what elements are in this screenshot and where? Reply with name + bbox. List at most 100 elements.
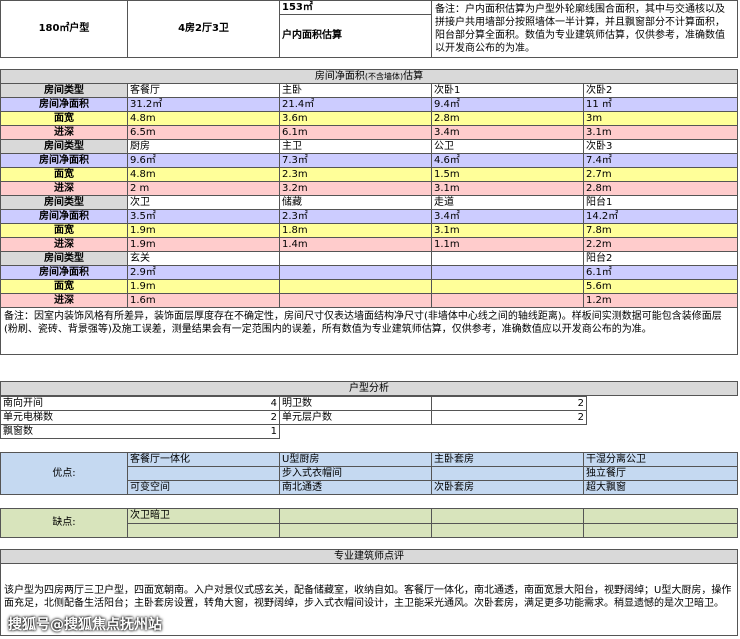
room-cell: 3.1m bbox=[583, 125, 738, 140]
room-table: 房间净面积(不含墙体)估算 房间类型 客餐厅 主卧 次卧1 次卧2 房间净面积 31.2㎡ 2… bbox=[0, 69, 738, 355]
room-cell: 1.9m bbox=[127, 223, 280, 238]
room-cell: 1.9m bbox=[127, 279, 280, 294]
pros-label: 优点: bbox=[0, 452, 128, 495]
unit-layout: 4房2厅3卫 bbox=[127, 0, 280, 58]
room-cell bbox=[431, 251, 584, 266]
watermark: 搜狐号@搜狐焦点抚州站 bbox=[8, 617, 162, 633]
room-cell: 2.8m bbox=[431, 111, 584, 126]
room-cell: 11 ㎡ bbox=[583, 97, 738, 112]
room-cell: 2.3m bbox=[279, 167, 432, 182]
room-row-label: 房间净面积 bbox=[0, 97, 128, 112]
room-row: 进深 1.9m 1.4m 1.1m 2.2m bbox=[0, 237, 738, 252]
room-row: 房间净面积 9.6㎡ 7.3㎡ 4.6㎡ 7.4㎡ bbox=[0, 153, 738, 168]
room-cell: 次卧3 bbox=[583, 139, 738, 154]
room-row-label: 房间类型 bbox=[0, 83, 128, 98]
room-row: 房间净面积 31.2㎡ 21.4㎡ 9.4㎡ 11 ㎡ bbox=[0, 97, 738, 112]
room-cell: 3.5㎡ bbox=[127, 209, 280, 224]
room-cell: 6.1m bbox=[279, 125, 432, 140]
room-cell: 14.2㎡ bbox=[583, 209, 738, 224]
room-cell: 主卫 bbox=[279, 139, 432, 154]
room-row: 面宽 4.8m 2.3m 1.5m 2.7m bbox=[0, 167, 738, 182]
room-row: 房间类型 玄关 阳台2 bbox=[0, 251, 738, 266]
room-row-label: 进深 bbox=[0, 125, 128, 140]
analysis-title: 户型分析 bbox=[0, 381, 738, 396]
room-cell: 9.6㎡ bbox=[127, 153, 280, 168]
cons-table: 缺点: 次卫暗卫 bbox=[0, 508, 738, 538]
room-row: 面宽 4.8m 3.6m 2.8m 3m bbox=[0, 111, 738, 126]
room-cell: 3.6m bbox=[279, 111, 432, 126]
room-cell: 客餐厅 bbox=[127, 83, 280, 98]
analysis-table: 户型分析 南向开间 4 明卫数 2 单元电梯数 2 单元层户数 2 飘窗数 1 bbox=[0, 381, 738, 439]
header-block: 180㎡户型 4房2厅3卫 153㎡ 备注：户内面积估算为户型外轮廓线围合面积，… bbox=[0, 0, 738, 58]
room-cell: 1.2m bbox=[583, 293, 738, 308]
room-cell: 1.6m bbox=[127, 293, 280, 308]
pros-table: 优点: 客餐厅一体化 U型厨房 主卧套房 干湿分离公卫 步入式衣帽间 独立餐厅 可变空间… bbox=[0, 452, 738, 495]
room-row-label: 进深 bbox=[0, 181, 128, 196]
room-row: 房间净面积 2.9㎡ 6.1㎡ bbox=[0, 265, 738, 280]
room-cell: 3m bbox=[583, 111, 738, 126]
room-cell: 9.4㎡ bbox=[431, 97, 584, 112]
room-row-label: 房间净面积 bbox=[0, 153, 128, 168]
room-cell: 3.2m bbox=[279, 181, 432, 196]
room-cell: 6.1㎡ bbox=[583, 265, 738, 280]
room-cell: 7.8m bbox=[583, 223, 738, 238]
room-row: 进深 6.5m 6.1m 3.4m 3.1m bbox=[0, 125, 738, 140]
room-row-label: 面宽 bbox=[0, 167, 128, 182]
room-row: 房间净面积 3.5㎡ 2.3㎡ 3.4㎡ 14.2㎡ bbox=[0, 209, 738, 224]
room-row-label: 面宽 bbox=[0, 279, 128, 294]
review-title: 专业建筑师点评 bbox=[0, 549, 738, 564]
room-cell: 7.4㎡ bbox=[583, 153, 738, 168]
room-cell: 4.8m bbox=[127, 167, 280, 182]
room-cell: 玄关 bbox=[127, 251, 280, 266]
room-cell: 2.8m bbox=[583, 181, 738, 196]
room-row: 进深 2 m 3.2m 3.1m 2.8m bbox=[0, 181, 738, 196]
room-cell: 1.5m bbox=[431, 167, 584, 182]
room-cell: 3.1m bbox=[431, 181, 584, 196]
room-table-title: 房间净面积(不含墙体)估算 bbox=[0, 69, 738, 84]
room-cell: 1.4m bbox=[279, 237, 432, 252]
room-row-label: 面宽 bbox=[0, 223, 128, 238]
room-cell: 2.7m bbox=[583, 167, 738, 182]
room-row-label: 房间净面积 bbox=[0, 209, 128, 224]
unit-type: 180㎡户型 bbox=[0, 0, 128, 58]
room-cell: 1.9m bbox=[127, 237, 280, 252]
cons-label: 缺点: bbox=[0, 508, 128, 538]
room-row: 房间类型 客餐厅 主卧 次卧1 次卧2 bbox=[0, 83, 738, 98]
area-value: 153㎡ bbox=[279, 0, 432, 16]
room-cell bbox=[431, 265, 584, 280]
room-cell: 主卧 bbox=[279, 83, 432, 98]
room-row-label: 进深 bbox=[0, 237, 128, 252]
room-cell: 31.2㎡ bbox=[127, 97, 280, 112]
room-cell: 4.6㎡ bbox=[431, 153, 584, 168]
room-cell: 次卧2 bbox=[583, 83, 738, 98]
room-cell: 1.1m bbox=[431, 237, 584, 252]
room-cell: 储藏 bbox=[279, 195, 432, 210]
room-cell: 2.2m bbox=[583, 237, 738, 252]
room-cell: 2.3㎡ bbox=[279, 209, 432, 224]
room-cell: 3.4m bbox=[431, 125, 584, 140]
room-cell: 4.8m bbox=[127, 111, 280, 126]
room-cell: 5.6m bbox=[583, 279, 738, 294]
room-row-label: 面宽 bbox=[0, 111, 128, 126]
room-cell: 走道 bbox=[431, 195, 584, 210]
room-row-label: 房间类型 bbox=[0, 195, 128, 210]
room-cell: 3.4㎡ bbox=[431, 209, 584, 224]
room-cell bbox=[431, 293, 584, 308]
area-note: 备注：户内面积估算为户型外轮廓线围合面积，其中与交通核以及拼接户共用墙部分按照墙… bbox=[431, 0, 738, 58]
room-cell: 7.3㎡ bbox=[279, 153, 432, 168]
room-cell: 厨房 bbox=[127, 139, 280, 154]
room-row-label: 房间类型 bbox=[0, 251, 128, 266]
room-row: 房间类型 厨房 主卫 公卫 次卧3 bbox=[0, 139, 738, 154]
room-row: 面宽 1.9m 1.8m 3.1m 7.8m bbox=[0, 223, 738, 238]
room-row: 进深 1.6m 1.2m bbox=[0, 293, 738, 308]
room-cell: 次卫 bbox=[127, 195, 280, 210]
room-cell: 6.5m bbox=[127, 125, 280, 140]
room-note: 备注：因室内装饰风格有所差异，装饰面层厚度存在不确定性，房间尺寸仅表达墙面结构净… bbox=[0, 308, 738, 355]
room-cell: 阳台2 bbox=[583, 251, 738, 266]
room-cell: 2 m bbox=[127, 181, 280, 196]
room-cell: 3.1m bbox=[431, 223, 584, 238]
room-cell: 2.9㎡ bbox=[127, 265, 280, 280]
room-cell: 21.4㎡ bbox=[279, 97, 432, 112]
room-row-label: 房间类型 bbox=[0, 139, 128, 154]
room-cell bbox=[279, 279, 432, 294]
